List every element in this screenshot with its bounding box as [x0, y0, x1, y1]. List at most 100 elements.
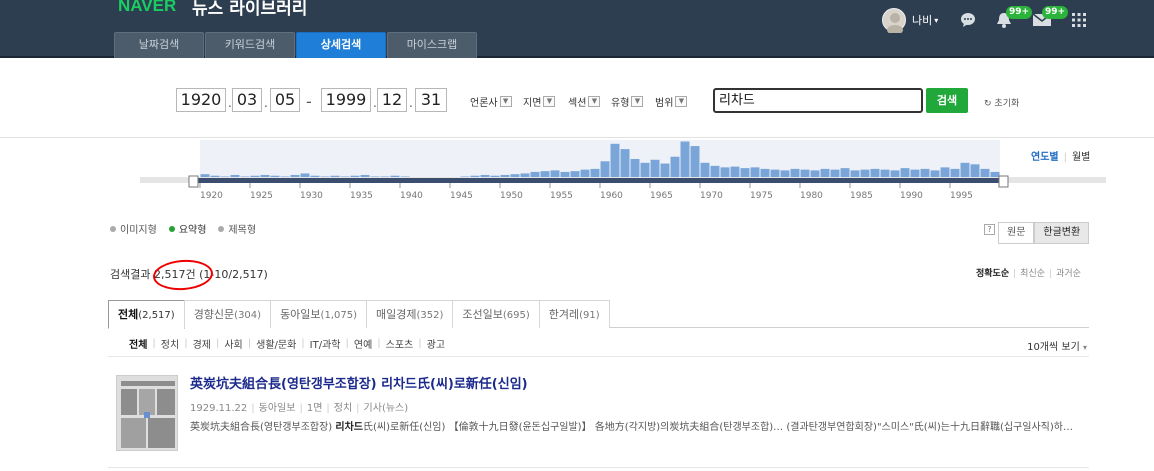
filter-scope-label: 범위 [655, 98, 674, 109]
paper-tab-maeil[interactable]: 매일경제(352) [365, 300, 454, 328]
text-convert-buttons: 원문 한글변환 [998, 222, 1090, 244]
histogram-bar [950, 168, 960, 178]
paper-tab-kyunghyang[interactable]: 경향신문(304) [183, 300, 272, 328]
view-by-year[interactable]: 연도별 [1031, 152, 1059, 163]
filter-press[interactable]: 언론사 ▼ [470, 94, 512, 109]
histogram-bar [550, 170, 560, 178]
filter-page[interactable]: 지면 ▼ [523, 94, 556, 109]
year-tick-label: 1965 [650, 191, 673, 201]
hangul-convert-button[interactable]: 한글변환 [1034, 222, 1090, 244]
paper-tab-donga[interactable]: 동아일보(1,075) [270, 300, 367, 328]
start-year-input[interactable]: 1920 [176, 88, 226, 112]
user-menu[interactable]: 나비 ▾ [882, 8, 938, 35]
year-tick-label: 1995 [950, 191, 973, 201]
per-page-select[interactable]: 10개씩 보기 ▾ [1027, 338, 1087, 353]
article-type: 기사(뉴스) [363, 403, 409, 414]
tab-date-search[interactable]: 날짜검색 [114, 32, 204, 58]
sort-oldest[interactable]: 과거순 [1056, 269, 1081, 279]
filter-press-label: 언론사 [470, 98, 498, 109]
paper-tab-count: (2,517) [138, 310, 175, 321]
year-tick-label: 1970 [700, 191, 723, 201]
naver-logo[interactable]: NAVER [118, 0, 176, 16]
start-day-input[interactable]: 05 [270, 88, 300, 112]
chat-bubble-icon[interactable] [960, 12, 976, 31]
year-tick-label: 1935 [350, 191, 373, 201]
search-button[interactable]: 검색 [926, 88, 968, 113]
sort-newest[interactable]: 최신순 [1020, 269, 1045, 279]
filter-type[interactable]: 유형 ▼ [611, 94, 644, 109]
histogram-bar [600, 161, 610, 178]
snippet-highlight: 리차드 [335, 422, 363, 433]
reset-button[interactable]: ↻ 초기화 [984, 96, 1019, 109]
end-month-input[interactable]: 12 [377, 88, 407, 112]
end-year-input[interactable]: 1999 [321, 88, 371, 112]
filter-section[interactable]: 섹션 ▼ [568, 94, 601, 109]
histogram-bar [790, 168, 800, 178]
view-mode-image[interactable]: 이미지형 [110, 221, 157, 236]
original-text-button[interactable]: 원문 [998, 222, 1035, 244]
result-view-mode: 이미지형 요약형 제목형 [110, 221, 268, 236]
histogram-bar [820, 168, 830, 178]
bell-icon[interactable]: 99+ [996, 6, 1033, 31]
chevron-down-icon[interactable]: ▼ [631, 96, 644, 107]
category-life-culture[interactable]: 생활/문화 [251, 336, 301, 351]
category-ads[interactable]: 광고 [422, 336, 450, 351]
category-it-science[interactable]: IT/과학 [305, 336, 346, 351]
article-thumbnail[interactable] [116, 375, 178, 451]
user-caret-icon[interactable]: ▾ [934, 16, 938, 25]
category-all[interactable]: 전체 [124, 336, 152, 351]
paper-tab-hankyoreh[interactable]: 한겨레(91) [538, 300, 610, 328]
histogram-bar [840, 168, 850, 178]
mail-icon[interactable]: 99+ [1032, 6, 1069, 31]
histogram-bar [900, 168, 910, 178]
paper-tab-count: (695) [502, 310, 530, 321]
snippet-text: 氏(씨)로新任(신임) 【倫敦十九日發(윤돈십구일발)】 各地方(각지방)의炭坑… [363, 422, 1073, 433]
category-sports[interactable]: 스포츠 [381, 336, 419, 351]
start-month-input[interactable]: 03 [232, 88, 262, 112]
view-mode-title[interactable]: 제목형 [218, 221, 256, 236]
article-page: 1면 [306, 403, 323, 414]
red-annotation-circle [152, 257, 214, 293]
paper-tab-label: 전체 [118, 308, 139, 321]
article-title[interactable]: 英炭坑夫組合長(영탄갱부조합장) 리차드氏(씨)로新任(신임) [190, 373, 528, 392]
tab-my-scrap[interactable]: 마이스크랩 [387, 32, 477, 58]
category-society[interactable]: 사회 [219, 336, 247, 351]
chevron-down-icon[interactable]: ▼ [588, 96, 601, 107]
grid-apps-icon[interactable] [1071, 12, 1087, 31]
histogram-range-panel [200, 140, 1000, 178]
tab-keyword-search[interactable]: 키워드검색 [205, 32, 295, 58]
paper-tab-chosun[interactable]: 조선일보(695) [452, 300, 540, 328]
view-by-month[interactable]: 월별 [1072, 152, 1090, 163]
chevron-down-icon[interactable]: ▼ [499, 96, 512, 107]
service-title[interactable]: 뉴스 라이브러리 [192, 0, 307, 19]
year-tick-label: 1960 [600, 191, 623, 201]
mail-badge: 99+ [1042, 6, 1069, 19]
year-tick-label: 1950 [500, 191, 523, 201]
end-day-input[interactable]: 31 [415, 88, 447, 112]
search-bar: 1920 . 03 . 05 - 1999 . 12 . 31 언론사 ▼ 지면 ▼… [0, 60, 1154, 138]
histogram-bar [800, 169, 810, 178]
paper-tab-all[interactable]: 전체(2,517) [108, 300, 185, 329]
histogram-bar [720, 167, 730, 178]
sort-relevance[interactable]: 정확도순 [976, 269, 1009, 279]
help-icon[interactable]: ? [984, 224, 995, 235]
category-economy[interactable]: 경제 [188, 336, 216, 351]
newspaper-tabs: 전체(2,517) 경향신문(304) 동아일보(1,075) 매일경제(352… [108, 300, 1089, 329]
timeline-selected-range [194, 178, 1006, 183]
chevron-down-icon[interactable]: ▼ [543, 96, 556, 107]
chevron-down-icon[interactable]: ▼ [675, 96, 688, 107]
paper-tab-count: (1,075) [320, 310, 357, 321]
user-name[interactable]: 나비 [912, 12, 932, 28]
search-input[interactable]: 리차드 [713, 88, 923, 113]
view-mode-summary[interactable]: 요약형 [168, 221, 206, 236]
category-politics[interactable]: 정치 [156, 336, 184, 351]
histogram-view-toggle: 연도별 | 월별 [1031, 152, 1091, 163]
range-start-handle [188, 175, 199, 188]
category-entertainment[interactable]: 연예 [349, 336, 377, 351]
filter-scope[interactable]: 범위 ▼ [655, 94, 688, 109]
year-histogram: 1920 1925 1930 1935 1940 1945 1950 1955 1960 1965… [0, 138, 1154, 205]
article-paper[interactable]: 동아일보 [259, 403, 296, 414]
category-bar: 전체 | 정치 | 경제 | 사회 | 생활/문화 | IT/과학 | 연예 | 스포츠 | 광… [108, 330, 1089, 357]
tab-detail-search[interactable]: 상세검색 [296, 32, 386, 58]
histogram-bar [640, 162, 650, 178]
